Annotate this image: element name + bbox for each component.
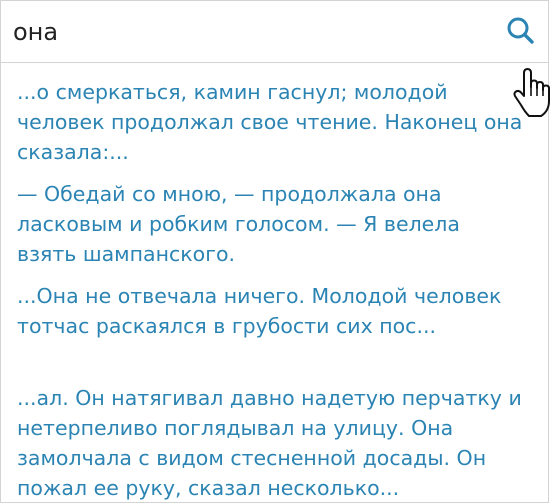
search-icon[interactable]: [505, 15, 539, 49]
search-result-item[interactable]: ...Она не отвечала ничего. Молодой челов…: [1, 281, 548, 341]
search-input[interactable]: [13, 15, 483, 49]
search-result-item[interactable]: — Обедай со мною, — продолжала она ласко…: [1, 179, 548, 269]
search-result-item[interactable]: ...о смеркаться, камин гаснул; молодой ч…: [1, 77, 548, 167]
search-widget: ...о смеркаться, камин гаснул; молодой ч…: [0, 0, 549, 503]
search-result-item[interactable]: ...ал. Он натягивал давно надетую перчат…: [1, 383, 548, 503]
search-bar: [1, 1, 548, 63]
